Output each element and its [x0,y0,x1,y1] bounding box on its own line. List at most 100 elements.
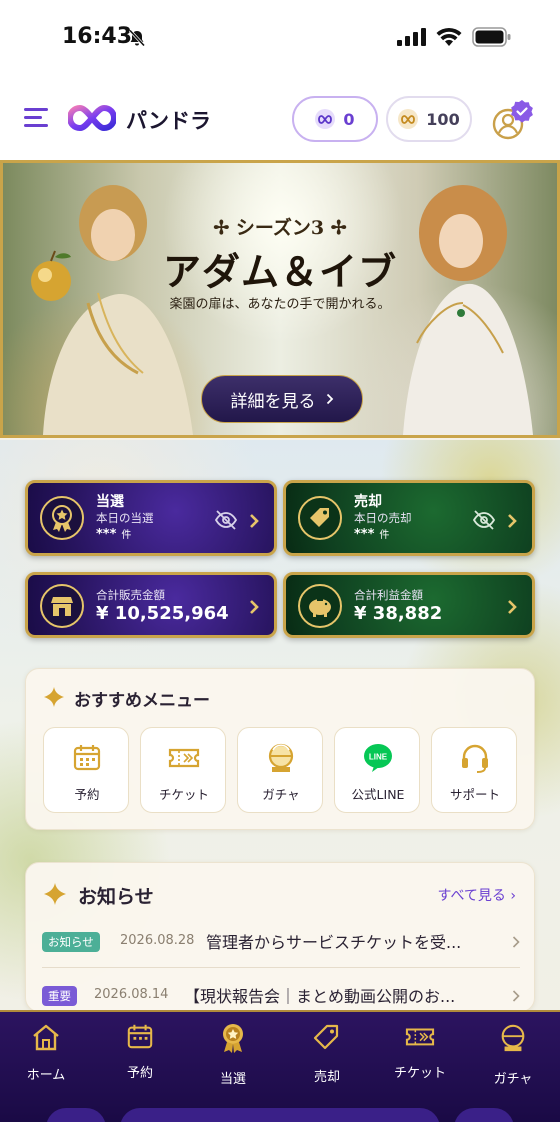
bell-muted-icon [128,29,146,47]
sell-value: *** [354,527,375,542]
chevron-right-icon [326,393,333,405]
chevron-right-icon: › [510,888,516,904]
cellular-signal-icon [397,28,426,46]
app-header: パンドラ 0 100 [0,78,560,160]
sell-unit: 件 [379,530,390,541]
infinity-coin-icon [315,109,336,129]
chevron-right-icon [250,514,259,528]
chevron-right-icon [508,600,517,614]
menu-line [24,108,48,111]
total-sales-amount: ¥ 10,525,964 [96,603,229,624]
wifi-icon [436,27,462,46]
sell-card[interactable]: 売却 本日の売却 *** 件 [283,480,535,556]
bottom-navigation: ホーム 予約 当選 売却 チケット ガチャ [0,1010,560,1122]
status-time: 16:43 [62,24,133,49]
win-title: 当選 [96,494,124,510]
sparkle-icon [44,883,66,905]
nav-reservation[interactable]: 予約 [100,1020,180,1090]
nav-center-bar[interactable] [120,1108,440,1122]
recommended-menu-panel: おすすめメニュー 予約 チケット ガチャ LINE 公式LINE サポート [25,668,535,830]
view-details-label: 詳細を見る [230,391,316,412]
coin-b-value: 100 [426,109,460,129]
tag-icon [287,1022,367,1052]
menu-tile-support[interactable]: サポート [431,727,517,813]
nav-gacha[interactable]: ガチャ [473,1020,553,1090]
hamburger-menu-button[interactable] [24,108,48,128]
calendar-icon [100,1022,180,1052]
sell-sub: 本日の売却 [354,511,412,525]
headset-icon [432,742,518,774]
shop-icon [40,584,84,628]
news-date: 2026.08.28 [120,933,195,948]
season-banner[interactable]: ✢ シーズン3 ✢ アダム＆イブ 楽園の扉は、あなたの手で開かれる。 詳細を見る [0,160,560,438]
user-avatar-icon[interactable] [490,98,534,142]
news-tag: 重要 [42,986,77,1006]
banner-subtitle: 楽園の扉は、あなたの手で開かれる。 [169,297,391,312]
chevron-right-icon [512,990,520,1002]
total-profit-label: 合計利益金額 [354,588,423,602]
nav-right-bubble[interactable] [454,1108,514,1122]
menu-tile-line[interactable]: LINE 公式LINE [334,727,420,813]
brand-name: パンドラ [126,109,212,133]
tile-label: ガチャ [262,787,300,802]
price-tag-icon [298,496,342,540]
infinity-logo-icon [68,104,116,132]
total-profit-amount: ¥ 38,882 [354,603,443,624]
medal-icon [40,496,84,540]
see-all-news-link[interactable]: すべて見る › [437,885,516,905]
menu-tile-gacha[interactable]: ガチャ [237,727,323,813]
win-unit: 件 [121,530,132,541]
recommended-title: おすすめメニュー [74,691,210,711]
menu-tile-reservation[interactable]: 予約 [43,727,129,813]
menu-tile-ticket[interactable]: チケット [140,727,226,813]
gold-coin-icon [398,109,419,129]
nav-home[interactable]: ホーム [6,1020,86,1090]
news-text: 管理者からサービスチケットを受... [206,933,462,952]
news-tag: お知らせ [42,932,100,952]
win-value-row: *** 件 [96,526,131,542]
tile-label: チケット [158,787,209,802]
win-sub: 本日の当選 [96,511,154,525]
gold-coin-balance[interactable]: 100 [386,96,472,142]
nav-left-bubble[interactable] [46,1108,106,1122]
divider [42,967,520,968]
ticket-icon [141,742,227,774]
eye-off-icon[interactable] [214,509,238,531]
nav-ticket[interactable]: チケット [380,1020,460,1090]
tile-label: 公式LINE [351,787,405,802]
total-profit-card[interactable]: 合計利益金額 ¥ 38,882 [283,572,535,638]
total-sales-card[interactable]: 合計販売金額 ¥ 10,525,964 [25,572,277,638]
view-details-button[interactable]: 詳細を見る [201,375,363,423]
pandora-coin-balance[interactable]: 0 [292,96,378,142]
sell-value-row: *** 件 [354,526,389,542]
svg-text:LINE: LINE [369,753,388,762]
line-icon: LINE [335,742,421,774]
banner-title: アダム＆イブ [162,249,397,294]
news-item[interactable]: お知らせ 2026.08.28 管理者からサービスチケットを受... [42,927,520,957]
home-icon [6,1022,86,1052]
news-item[interactable]: 重要 2026.08.14 【現状報告会｜まとめ動画公開のお... [42,981,520,1011]
nav-label: ホーム [26,1068,66,1083]
medal-icon [193,1022,273,1053]
coin-a-value: 0 [343,109,355,129]
gacha-icon [473,1022,553,1052]
eye-off-icon[interactable] [472,509,496,531]
news-title: お知らせ [78,886,154,908]
nav-sell[interactable]: 売却 [287,1020,367,1090]
status-bar: 16:43 [0,0,560,78]
tile-label: 予約 [74,787,100,802]
nav-win[interactable]: 当選 [193,1020,273,1090]
battery-icon [472,27,511,47]
chevron-right-icon [508,514,517,528]
nav-label: 当選 [219,1072,246,1087]
sell-title: 売却 [354,494,382,510]
calendar-icon [44,742,130,774]
tile-label: サポート [449,787,500,802]
gacha-icon [238,742,324,774]
chevron-right-icon [512,936,520,948]
win-card[interactable]: 当選 本日の当選 *** 件 [25,480,277,556]
sparkle-icon [44,687,64,707]
nav-label: 売却 [313,1070,340,1085]
news-panel: お知らせ すべて見る › お知らせ 2026.08.28 管理者からサービスチケ… [25,862,535,1012]
news-date: 2026.08.14 [94,987,169,1002]
